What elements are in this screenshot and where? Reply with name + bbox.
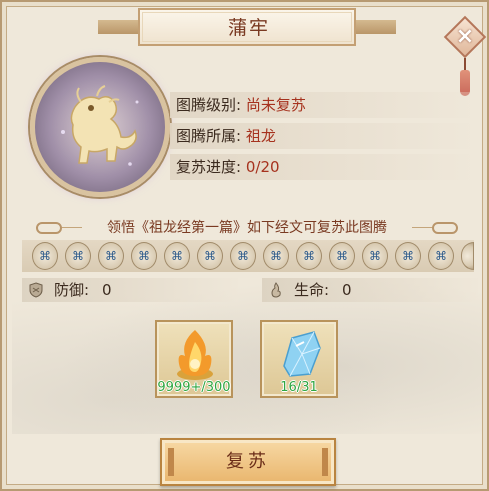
scripture-medal-icon[interactable]: ⌘ — [230, 242, 256, 270]
page-title: 蒲牢 — [227, 17, 270, 39]
scripture-medal-icon[interactable]: ⌘ — [197, 242, 223, 270]
close-icon: × — [455, 24, 475, 49]
scripture-medal-icon[interactable]: ⌘ — [395, 242, 421, 270]
info-label: 图腾所属: — [176, 127, 242, 145]
title-plate: 蒲牢 — [138, 8, 356, 46]
scripture-medal-icon[interactable]: ⌘ — [362, 242, 388, 270]
scripture-medal-icon[interactable] — [461, 242, 474, 270]
scripture-medal-icon[interactable]: ⌘ — [131, 242, 157, 270]
scripture-list: ⌘ ⌘ ⌘ ⌘ ⌘ ⌘ ⌘ ⌘ ⌘ ⌘ ⌘ ⌘ ⌘ — [22, 240, 474, 272]
scripture-medal-icon[interactable]: ⌘ — [164, 242, 190, 270]
material-slot-flame[interactable]: 9999+/300 — [155, 320, 233, 398]
scripture-medal-icon[interactable]: ⌘ — [65, 242, 91, 270]
title-ribbon: 蒲牢 — [98, 8, 396, 46]
stat-defense: 防御: 0 — [22, 278, 238, 302]
scripture-medal-icon[interactable]: ⌘ — [428, 242, 454, 270]
scripture-medal-icon[interactable]: ⌘ — [296, 242, 322, 270]
info-value: 祖龙 — [245, 127, 276, 145]
info-label: 图腾级别: — [176, 96, 242, 114]
stat-value: 0 — [342, 281, 352, 299]
material-count: 16/31 — [280, 380, 318, 395]
stat-label: 防御: — [54, 281, 90, 299]
revive-button[interactable]: 复苏 — [160, 438, 336, 486]
info-value: 0/20 — [245, 158, 280, 176]
material-slot-crystal[interactable]: 16/31 — [260, 320, 338, 398]
info-row-belongs: 图腾所属: 祖龙 — [170, 123, 470, 149]
material-count: 9999+/300 — [157, 380, 231, 395]
flame-icon — [271, 282, 281, 298]
scripture-medal-icon[interactable]: ⌘ — [98, 242, 124, 270]
shield-icon — [29, 282, 43, 298]
totem-panel: 蒲牢 × 图腾级别: 尚未复苏 图腾所属: 祖龙 复苏进度: 0/20 领悟《祖… — [0, 0, 489, 491]
divider-cap-right — [432, 222, 458, 234]
beast-icon — [50, 77, 150, 177]
section-divider: 领悟《祖龙经第一篇》如下经文可复苏此图腾 — [22, 216, 472, 240]
scripture-medal-icon[interactable]: ⌘ — [32, 242, 58, 270]
totem-emblem — [30, 57, 170, 197]
scripture-medal-icon[interactable]: ⌘ — [329, 242, 355, 270]
stat-label: 生命: — [294, 281, 330, 299]
info-label: 复苏进度: — [176, 158, 242, 176]
scripture-medal-icon[interactable]: ⌘ — [263, 242, 289, 270]
divider-cap-left — [36, 222, 62, 234]
flame-orb-icon — [177, 330, 213, 380]
scripture-hint: 领悟《祖龙经第一篇》如下经文可复苏此图腾 — [82, 216, 412, 240]
info-row-progress: 复苏进度: 0/20 — [170, 154, 470, 180]
blue-crystal-icon — [283, 331, 321, 377]
info-row-level: 图腾级别: 尚未复苏 — [170, 92, 470, 118]
info-value: 尚未复苏 — [245, 96, 306, 114]
stat-life: 生命: 0 — [262, 278, 478, 302]
stat-value: 0 — [102, 281, 112, 299]
close-button[interactable]: × — [443, 15, 487, 100]
